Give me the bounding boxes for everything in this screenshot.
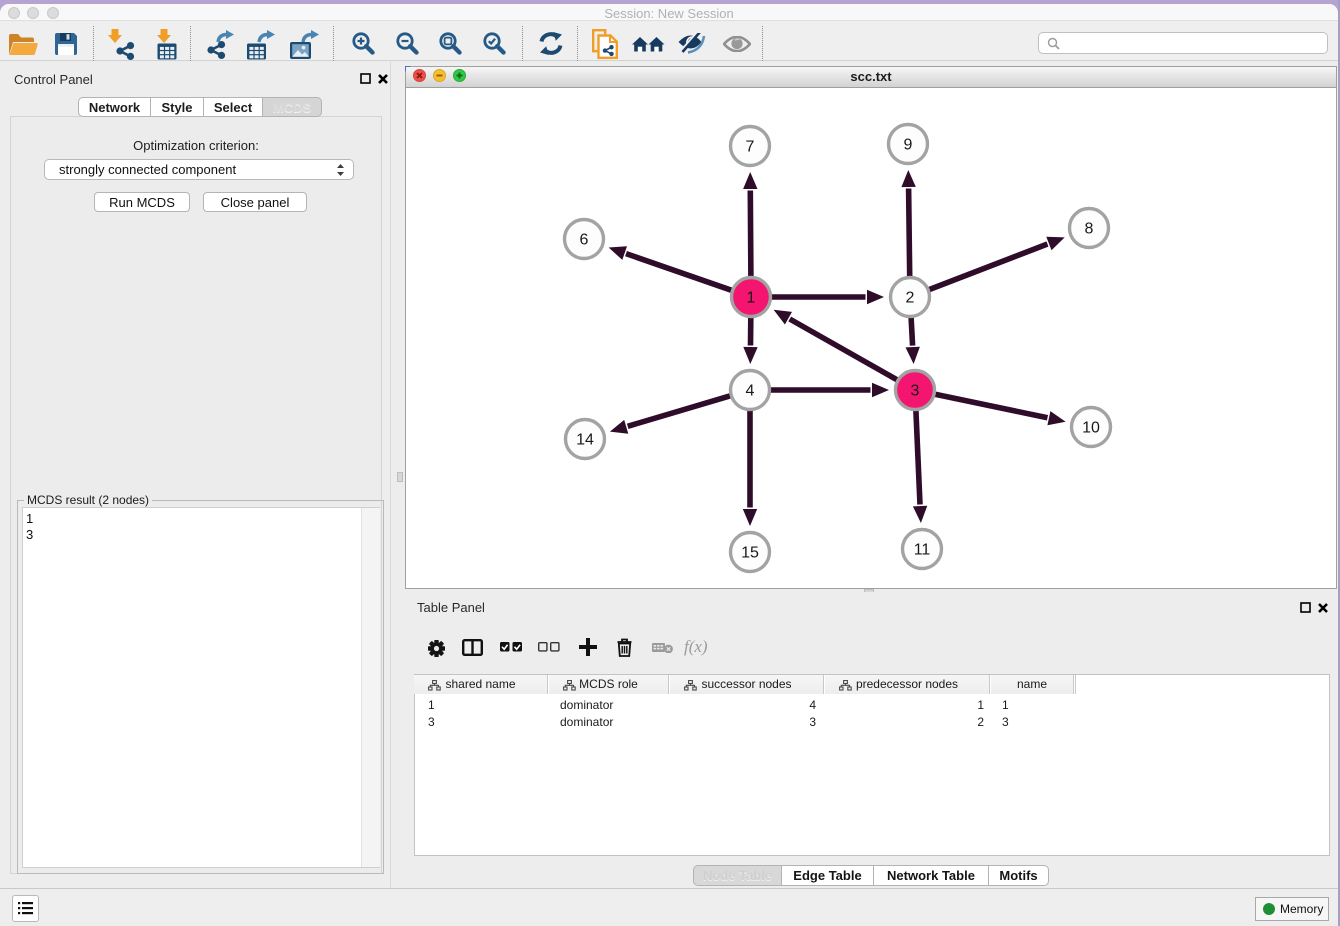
- svg-text:10: 10: [1082, 420, 1100, 437]
- svg-text:9: 9: [904, 137, 913, 154]
- svg-text:14: 14: [576, 432, 594, 449]
- svg-text:8: 8: [1085, 221, 1094, 238]
- svg-text:4: 4: [746, 383, 755, 400]
- svg-text:11: 11: [914, 542, 931, 559]
- svg-text:1: 1: [747, 290, 756, 307]
- svg-text:3: 3: [911, 383, 920, 400]
- svg-text:2: 2: [906, 290, 915, 307]
- svg-text:6: 6: [580, 232, 589, 249]
- svg-text:7: 7: [746, 139, 755, 156]
- svg-text:15: 15: [741, 545, 759, 562]
